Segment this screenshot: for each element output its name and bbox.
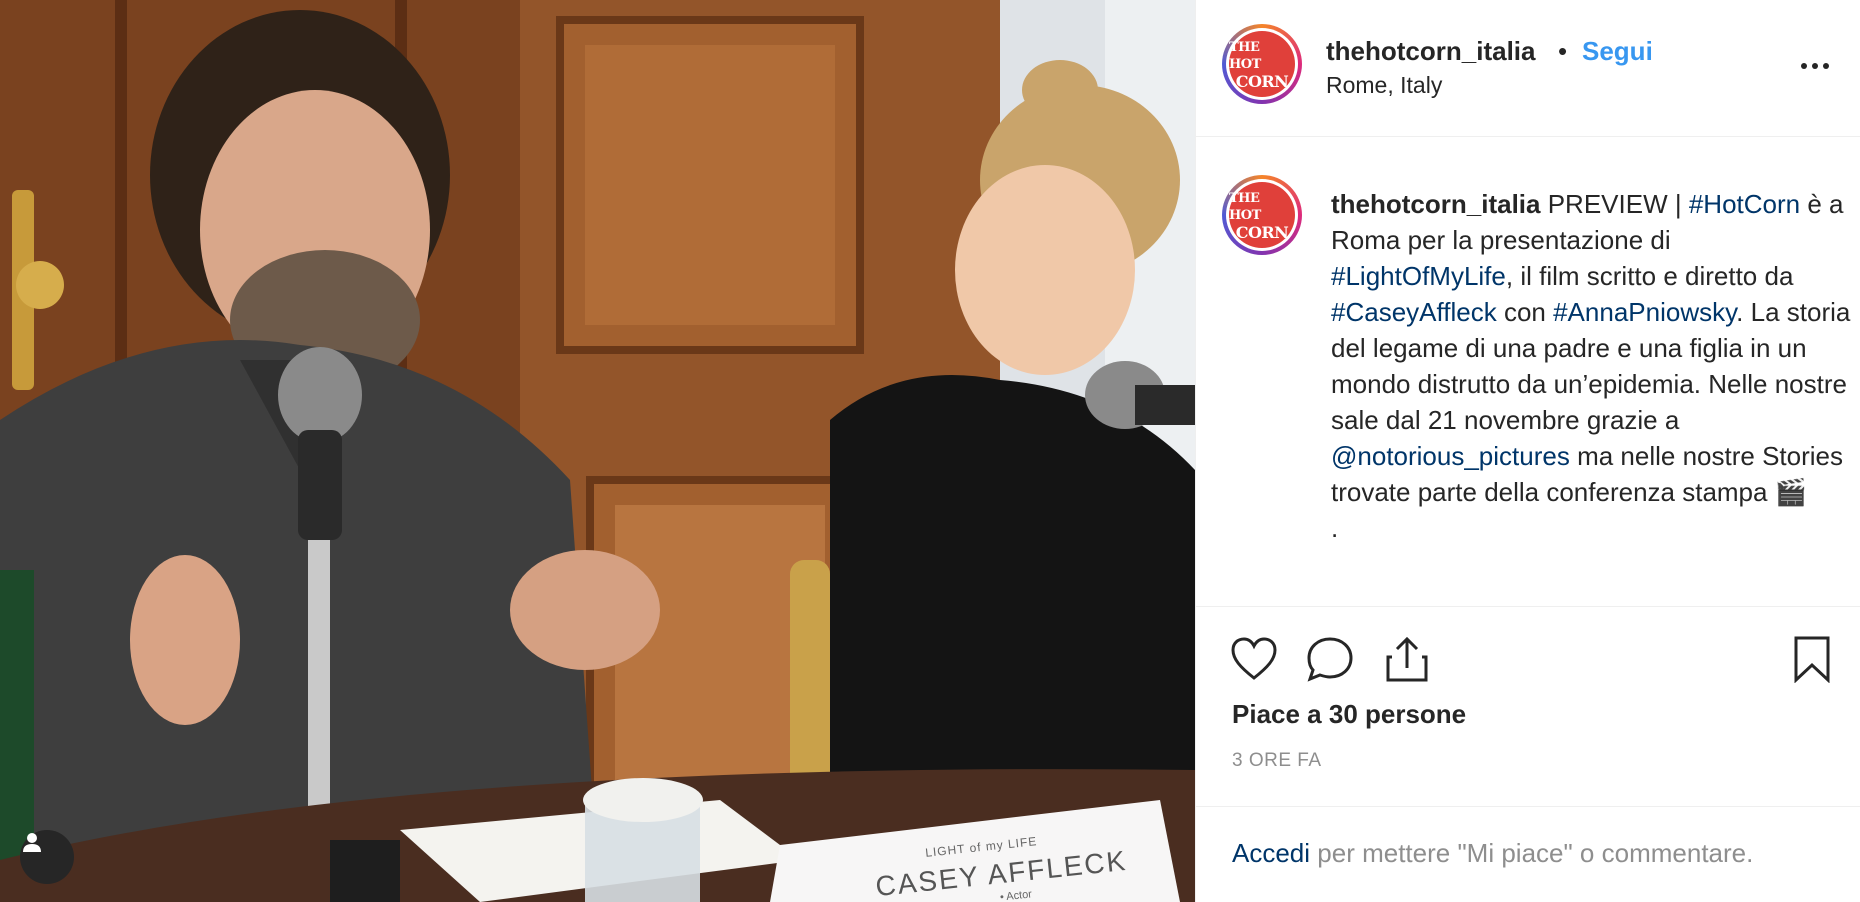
brand-logo: THE HOT CORN bbox=[1229, 31, 1295, 97]
post-photo[interactable]: LIGHT of my LIFE CASEY AFFLECK • Actor bbox=[0, 0, 1195, 902]
location-link[interactable]: Rome, Italy bbox=[1326, 72, 1442, 99]
caption-username[interactable]: thehotcorn_italia bbox=[1331, 189, 1540, 219]
nameplate-role: • Actor bbox=[999, 888, 1033, 902]
bookmark-icon[interactable] bbox=[1784, 631, 1840, 687]
hashtag-link[interactable]: #HotCorn bbox=[1689, 189, 1800, 219]
avatar[interactable]: THE HOT CORN bbox=[1222, 24, 1302, 104]
likes-count[interactable]: Piace a 30 persone bbox=[1232, 699, 1466, 730]
login-prompt: Accedi per mettere "Mi piace" o commenta… bbox=[1232, 838, 1753, 869]
more-options-icon[interactable] bbox=[1801, 50, 1833, 82]
post-side-panel: THE HOT CORN thehotcorn_italia • Segui R… bbox=[1195, 0, 1860, 902]
logo-line-2: CORN bbox=[1235, 222, 1289, 242]
hashtag-link[interactable]: #AnnaPniowsky bbox=[1553, 297, 1736, 327]
login-prompt-text: per mettere "Mi piace" o commentare. bbox=[1310, 838, 1754, 868]
caption-section: THE HOT CORN thehotcorn_italia PREVIEW |… bbox=[1196, 137, 1860, 607]
logo-line-1: THE HOT bbox=[1229, 39, 1261, 72]
heart-icon[interactable] bbox=[1226, 631, 1282, 687]
follow-button[interactable]: Segui bbox=[1582, 36, 1653, 67]
comment-icon[interactable] bbox=[1302, 631, 1358, 687]
action-bar: Piace a 30 persone 3 ORE FA bbox=[1196, 607, 1860, 807]
login-link[interactable]: Accedi bbox=[1232, 838, 1310, 868]
caption-part: con bbox=[1496, 297, 1554, 327]
hashtag-link[interactable]: #CaseyAffleck bbox=[1331, 297, 1497, 327]
logo-line-2: CORN bbox=[1235, 71, 1289, 91]
user-tag-icon[interactable] bbox=[20, 830, 74, 884]
share-icon[interactable] bbox=[1379, 631, 1435, 687]
caption-text: thehotcorn_italia PREVIEW | #HotCorn è a… bbox=[1331, 186, 1851, 546]
post-timestamp[interactable]: 3 ORE FA bbox=[1232, 750, 1322, 772]
mention-link[interactable]: @notorious_pictures bbox=[1331, 441, 1570, 471]
separator-dot: • bbox=[1558, 36, 1568, 66]
caption-part: . bbox=[1331, 513, 1339, 543]
caption-part: , il film scritto e diretto da bbox=[1505, 261, 1794, 291]
press-conference-photo bbox=[0, 0, 1195, 902]
brand-logo: THE HOT CORN bbox=[1229, 182, 1295, 248]
post-header: THE HOT CORN thehotcorn_italia • Segui R… bbox=[1196, 0, 1860, 137]
caption-part: PREVIEW | bbox=[1540, 189, 1689, 219]
caption-avatar[interactable]: THE HOT CORN bbox=[1222, 175, 1302, 255]
author-username[interactable]: thehotcorn_italia bbox=[1326, 36, 1535, 67]
hashtag-link[interactable]: #LightOfMyLife bbox=[1331, 261, 1506, 291]
logo-line-1: THE HOT bbox=[1229, 190, 1261, 223]
